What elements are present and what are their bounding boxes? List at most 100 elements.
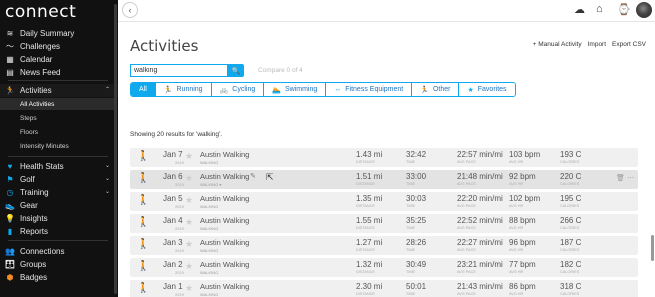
favorite-star-icon[interactable]: ★ bbox=[185, 283, 193, 294]
tab-other[interactable]: 🏃 Other bbox=[411, 83, 459, 96]
stat-label-calories: Calories bbox=[560, 160, 580, 164]
training-icon: ◷ bbox=[6, 188, 14, 197]
activity-row[interactable]: 🚶 Jan 7 2019 ★ Austin Walking Walking 1.43 mi D… bbox=[130, 148, 638, 167]
watch-icon[interactable]: ⌚ bbox=[617, 3, 631, 16]
stat-label-distance: Distance bbox=[356, 160, 375, 164]
sidebar-item-label: News Feed bbox=[20, 68, 61, 77]
activity-name-link[interactable]: Austin Walking bbox=[200, 194, 249, 203]
sidebar-item-groups[interactable]: 👪 Groups bbox=[0, 258, 118, 271]
sidebar-item-challenges[interactable]: 〜 Challenges bbox=[0, 40, 118, 53]
stat-time: 30:03 bbox=[406, 194, 427, 203]
trash-icon[interactable]: 🗑 bbox=[616, 174, 625, 182]
sidebar-subitem-floors[interactable]: Floors bbox=[20, 126, 38, 138]
search-input[interactable] bbox=[130, 64, 228, 77]
activity-name-link[interactable]: Austin Walking bbox=[200, 216, 249, 225]
activity-type: Walking bbox=[200, 204, 219, 209]
favorite-star-icon[interactable]: ★ bbox=[185, 261, 193, 272]
sidebar-item-daily-summary[interactable]: ≋ Daily Summary bbox=[0, 27, 118, 40]
search-icon: 🔍 bbox=[231, 67, 241, 75]
avatar[interactable] bbox=[636, 2, 652, 18]
stat-label-hr: Avg HR bbox=[509, 182, 524, 186]
sidebar-item-golf[interactable]: ⚑ Golf ⌄ bbox=[0, 173, 118, 186]
sidebar-item-health-stats[interactable]: ♥ Health Stats ⌄ bbox=[0, 160, 118, 173]
favorite-star-icon[interactable]: ★ bbox=[185, 195, 193, 206]
tab-cycling[interactable]: 🚲 Cycling bbox=[210, 83, 264, 96]
tab-label: Fitness Equipment bbox=[345, 86, 404, 93]
sidebar: connect ≋ Daily Summary 〜 Challenges ▦ Calend… bbox=[0, 0, 118, 297]
activity-name-link[interactable]: Austin Walking bbox=[200, 150, 249, 159]
sidebar-item-insights[interactable]: 💡 Insights bbox=[0, 212, 118, 225]
activity-type: Walking bbox=[200, 292, 219, 297]
tab-fitness-equipment[interactable]: ↔ Fitness Equipment bbox=[325, 83, 412, 96]
favorite-star-icon[interactable]: ★ bbox=[185, 173, 193, 184]
challenges-icon: 〜 bbox=[6, 42, 14, 51]
sidebar-item-news-feed[interactable]: ▤ News Feed bbox=[0, 66, 118, 79]
activity-name-link[interactable]: Austin Walking bbox=[200, 172, 249, 181]
gear-shoe-icon: 👟 bbox=[5, 201, 15, 210]
search-button[interactable]: 🔍 bbox=[228, 64, 244, 77]
sidebar-subitem-steps[interactable]: Steps bbox=[20, 112, 37, 124]
activity-type-tabs: All 🏃 Running 🚲 Cycling 🏊 Swimming ↔ Fitness Equ… bbox=[130, 82, 516, 97]
tab-running[interactable]: 🏃 Running bbox=[154, 83, 211, 96]
sidebar-item-badges[interactable]: ⬢ Badges bbox=[0, 271, 118, 284]
edit-pencil-icon[interactable]: ✎ bbox=[250, 172, 256, 180]
golf-icon: ⚑ bbox=[6, 175, 14, 184]
activity-name-link[interactable]: Austin Walking bbox=[200, 238, 249, 247]
link-manual-activity[interactable]: + Manual Activity bbox=[533, 41, 582, 48]
sidebar-item-gear[interactable]: 👟 Gear bbox=[0, 199, 118, 212]
activity-year: 2019 bbox=[175, 160, 184, 165]
sidebar-item-connections[interactable]: 👥 Connections bbox=[0, 245, 118, 258]
sidebar-item-calendar[interactable]: ▦ Calendar bbox=[0, 53, 118, 66]
activity-row[interactable]: 🚶 Jan 1 2019 ★ Austin Walking Walking 2.30 mi D… bbox=[130, 280, 638, 297]
activity-row[interactable]: 🚶 Jan 4 2019 ★ Austin Walking Walking 1.55 mi D… bbox=[130, 214, 638, 233]
upload-icon[interactable]: ☁ bbox=[574, 3, 585, 16]
sidebar-item-activities[interactable]: 🏃 Activities ⌃ bbox=[0, 84, 118, 97]
tab-all[interactable]: All bbox=[131, 83, 155, 96]
activity-row[interactable]: 🚶 Jan 5 2019 ★ Austin Walking Walking 1.35 mi D… bbox=[130, 192, 638, 211]
reports-icon: ▮ bbox=[7, 227, 13, 236]
activity-type[interactable]: Walking ▾ bbox=[200, 182, 221, 187]
activity-row[interactable]: 🚶 Jan 2 2019 ★ Austin Walking Walking 1.32 mi D… bbox=[130, 258, 638, 277]
activity-row[interactable]: 🚶 Jan 6 2019 ★ Austin Walking Walking ▾ ✎ 1.51 … bbox=[130, 170, 638, 189]
walking-icon: 🚶 bbox=[137, 195, 150, 206]
favorites-icon: ★ bbox=[467, 86, 474, 94]
sidebar-subitem-all-activities[interactable]: All Activities bbox=[20, 98, 54, 110]
walking-icon: 🚶 bbox=[137, 173, 150, 184]
sidebar-item-reports[interactable]: ▮ Reports bbox=[0, 225, 118, 238]
activity-row[interactable]: 🚶 Jan 3 2019 ★ Austin Walking Walking 1.27 mi D… bbox=[130, 236, 638, 255]
chevron-left-icon: ‹ bbox=[128, 5, 132, 15]
stat-label-hr: Avg HR bbox=[509, 292, 524, 296]
stat-label-hr: Avg HR bbox=[509, 248, 524, 252]
stat-pace: 23:21 min/mi bbox=[457, 260, 503, 269]
tab-label: Cycling bbox=[232, 86, 256, 93]
tab-label: Favorites bbox=[477, 86, 507, 93]
activity-name-link[interactable]: Austin Walking bbox=[200, 282, 249, 291]
sidebar-item-training[interactable]: ◷ Training ⌄ bbox=[0, 186, 118, 199]
sidebar-subitem-intensity-minutes[interactable]: Intensity Minutes bbox=[20, 140, 69, 152]
stat-hr: 88 bpm bbox=[509, 216, 536, 225]
favorite-star-icon[interactable]: ★ bbox=[185, 239, 193, 250]
stat-label-distance: Distance bbox=[356, 226, 375, 230]
chevron-up-icon: ⌃ bbox=[104, 87, 110, 93]
activity-name-link[interactable]: Austin Walking bbox=[200, 260, 249, 269]
activity-date: Jan 6 bbox=[163, 172, 183, 181]
activity-date: Jan 3 bbox=[163, 238, 183, 247]
link-import[interactable]: Import bbox=[588, 41, 606, 48]
back-button[interactable]: ‹ bbox=[122, 2, 138, 18]
stat-distance: 1.32 mi bbox=[356, 260, 383, 269]
favorite-star-icon[interactable]: ★ bbox=[185, 151, 193, 162]
stat-label-pace: Avg Pace bbox=[457, 270, 476, 274]
more-options-icon[interactable]: ⋯ bbox=[627, 174, 634, 182]
favorite-star-icon[interactable]: ★ bbox=[185, 217, 193, 228]
activity-type: Walking bbox=[200, 226, 219, 231]
link-export-csv[interactable]: Export CSV bbox=[612, 41, 646, 48]
tab-favorites[interactable]: ★ Favorites bbox=[458, 83, 515, 96]
device-icon[interactable]: ⌂ bbox=[596, 3, 603, 15]
connect-logo[interactable]: connect bbox=[5, 2, 76, 22]
walking-icon: 🚶 bbox=[137, 151, 150, 162]
activity-year: 2019 bbox=[175, 182, 184, 187]
stat-label-hr: Avg HR bbox=[509, 270, 524, 274]
main-scrollbar[interactable] bbox=[651, 235, 654, 261]
sidebar-scrollbar[interactable] bbox=[114, 4, 117, 294]
tab-swimming[interactable]: 🏊 Swimming bbox=[263, 83, 326, 96]
